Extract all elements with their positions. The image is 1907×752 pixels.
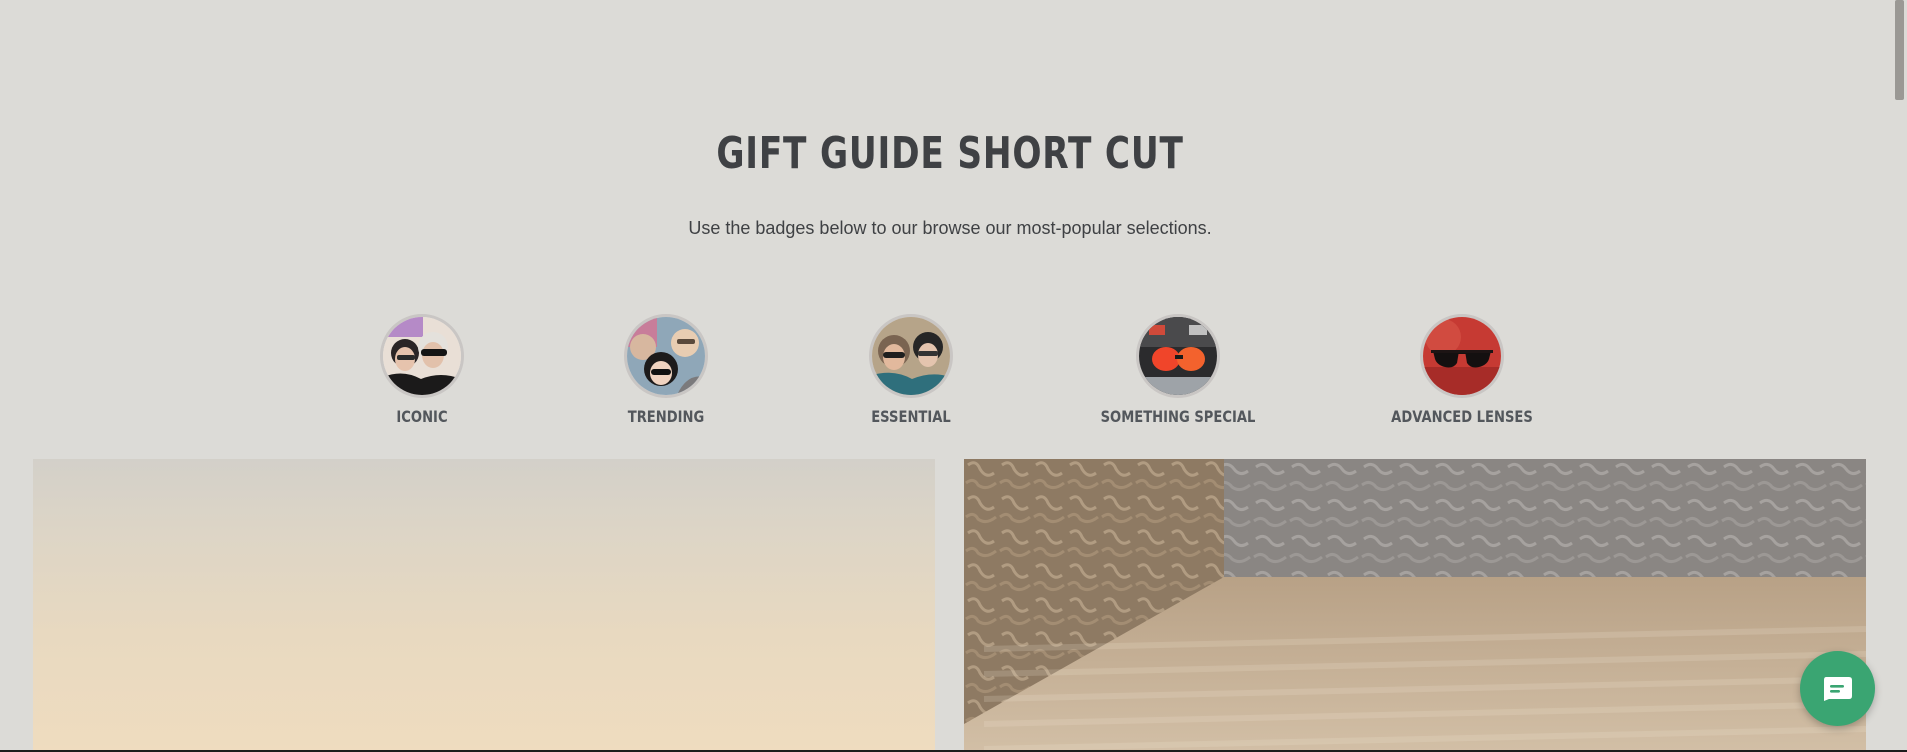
promo-tile-right-image <box>964 459 1866 752</box>
chat-button[interactable] <box>1800 651 1875 726</box>
badge-advanced-lenses[interactable]: ADVANCED LENSES <box>1362 314 1562 426</box>
trending-badge-image <box>624 314 708 398</box>
badge-iconic[interactable]: ICONIC <box>322 314 522 426</box>
essential-badge-image <box>869 314 953 398</box>
promo-tile-right[interactable] <box>964 459 1866 752</box>
badge-trending[interactable]: TRENDING <box>566 314 766 426</box>
badge-label: TRENDING <box>627 407 705 426</box>
badge-something-special[interactable]: SOMETHING SPECIAL <box>1078 314 1278 426</box>
section-title: GIFT GUIDE SHORT CUT <box>716 128 1184 179</box>
advanced-lenses-badge-image <box>1420 314 1504 398</box>
scrollbar-thumb[interactable] <box>1895 0 1904 100</box>
promo-tile-left[interactable] <box>33 459 935 752</box>
badge-label: ADVANCED LENSES <box>1391 407 1533 426</box>
scrollbar[interactable] <box>1892 0 1907 752</box>
badge-label: ESSENTIAL <box>871 407 951 426</box>
badge-label: ICONIC <box>396 407 448 426</box>
badge-essential[interactable]: ESSENTIAL <box>811 314 1011 426</box>
badge-row: ICONIC TRENDING ESSENTIAL SOMETHING SPEC… <box>0 314 1900 434</box>
section-subtitle: Use the badges below to our browse our m… <box>688 218 1212 238</box>
iconic-badge-image <box>380 314 464 398</box>
something-special-badge-image <box>1136 314 1220 398</box>
badge-label: SOMETHING SPECIAL <box>1100 407 1256 426</box>
chat-bubble-icon <box>1824 677 1852 701</box>
page: GIFT GUIDE SHORT CUT Use the badges belo… <box>0 0 1892 752</box>
